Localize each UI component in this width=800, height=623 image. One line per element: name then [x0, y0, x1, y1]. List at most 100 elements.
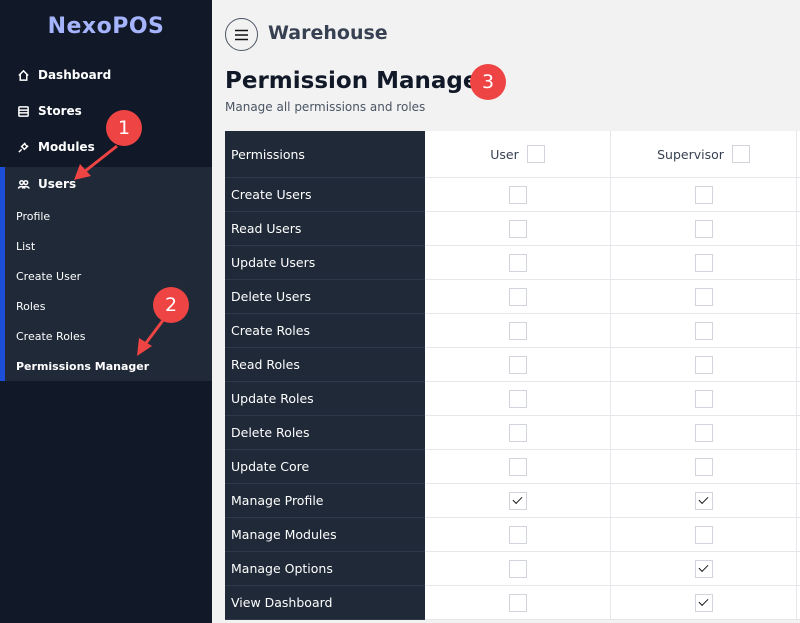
permission-name: Create Users	[225, 178, 425, 212]
supervisor-permission-cell	[611, 518, 797, 552]
users-submenu-panel: Users Profile List Create User Roles Cre…	[0, 167, 212, 381]
sidebar-item-label: Dashboard	[38, 68, 112, 82]
supervisor-permission-cell	[611, 586, 797, 620]
supervisor-permission-cell	[611, 178, 797, 212]
table-row: Read Users	[225, 212, 800, 246]
user-permission-checkbox[interactable]	[508, 219, 527, 238]
supervisor-permission-checkbox[interactable]	[694, 559, 713, 578]
annotation-marker-2: 2	[153, 287, 189, 323]
supervisor-permission-cell	[611, 348, 797, 382]
permission-name: Manage Modules	[225, 518, 425, 552]
supervisor-permission-checkbox[interactable]	[694, 185, 713, 204]
permission-name: Delete Users	[225, 280, 425, 314]
permission-name: Update Core	[225, 450, 425, 484]
supervisor-permission-checkbox[interactable]	[694, 457, 713, 476]
supervisor-permission-cell	[611, 382, 797, 416]
role-header-label: User	[490, 146, 519, 162]
permissions-column-header: Permissions	[225, 131, 425, 178]
supervisor-permission-cell	[611, 314, 797, 348]
table-row: Update Core	[225, 450, 800, 484]
select-all-user-checkbox[interactable]	[526, 145, 545, 163]
supervisor-permission-checkbox[interactable]	[694, 423, 713, 442]
permission-name: Manage Options	[225, 552, 425, 586]
user-permission-checkbox[interactable]	[508, 423, 527, 442]
app-logo: NexoPOS	[47, 14, 165, 39]
page-title: Permission Manager	[225, 68, 490, 94]
user-permission-checkbox[interactable]	[508, 355, 527, 374]
submenu-item-permissions-manager[interactable]: Permissions Manager	[16, 360, 149, 373]
user-permission-cell	[425, 552, 611, 586]
user-permission-checkbox[interactable]	[508, 457, 527, 476]
table-header-row: Permissions User Supervisor	[225, 131, 800, 178]
supervisor-permission-cell	[611, 246, 797, 280]
user-permission-checkbox[interactable]	[508, 559, 527, 578]
user-permission-checkbox[interactable]	[508, 321, 527, 340]
sidebar-item-label: Stores	[38, 104, 82, 118]
sidebar-item-label: Modules	[38, 140, 95, 154]
permission-name: Manage Profile	[225, 484, 425, 518]
permission-name: Read Users	[225, 212, 425, 246]
supervisor-permission-checkbox[interactable]	[694, 219, 713, 238]
submenu-item-roles[interactable]: Roles	[16, 300, 45, 313]
submenu-item-list[interactable]: List	[16, 240, 35, 253]
user-permission-cell	[425, 212, 611, 246]
user-permission-checkbox[interactable]	[508, 491, 527, 510]
user-permission-checkbox[interactable]	[508, 389, 527, 408]
role-header-label: Supervisor	[657, 146, 724, 162]
user-permission-cell	[425, 450, 611, 484]
main-content: Warehouse Permission Manager Manage all …	[212, 0, 800, 623]
permissions-table: Permissions User Supervisor Create Users…	[225, 131, 800, 620]
user-permission-checkbox[interactable]	[508, 525, 527, 544]
annotation-marker-1: 1	[106, 110, 142, 146]
supervisor-permission-checkbox[interactable]	[694, 593, 713, 612]
user-permission-cell	[425, 246, 611, 280]
table-row: Delete Users	[225, 280, 800, 314]
supervisor-permission-cell	[611, 450, 797, 484]
user-permission-checkbox[interactable]	[508, 185, 527, 204]
users-icon	[16, 177, 30, 191]
supervisor-permission-cell	[611, 484, 797, 518]
table-row: Update Users	[225, 246, 800, 280]
permission-name: Delete Roles	[225, 416, 425, 450]
sidebar-item-users[interactable]: Users	[16, 172, 76, 196]
home-icon	[16, 68, 30, 82]
permission-name: Update Users	[225, 246, 425, 280]
table-row: Update Roles	[225, 382, 800, 416]
supervisor-permission-checkbox[interactable]	[694, 287, 713, 306]
submenu-item-create-user[interactable]: Create User	[16, 270, 81, 283]
stores-icon	[16, 104, 30, 118]
supervisor-permission-checkbox[interactable]	[694, 355, 713, 374]
user-permission-cell	[425, 416, 611, 450]
user-permission-cell	[425, 586, 611, 620]
sidebar-item-label: Users	[38, 177, 77, 191]
annotation-marker-3: 3	[470, 64, 506, 100]
permission-name: Create Roles	[225, 314, 425, 348]
plug-icon	[16, 140, 30, 154]
submenu-item-profile[interactable]: Profile	[16, 210, 50, 223]
user-permission-checkbox[interactable]	[508, 593, 527, 612]
user-permission-cell	[425, 314, 611, 348]
menu-toggle-button[interactable]	[225, 18, 258, 51]
submenu-item-create-roles[interactable]: Create Roles	[16, 330, 85, 343]
select-all-supervisor-checkbox[interactable]	[731, 145, 750, 163]
table-row: Manage Options	[225, 552, 800, 586]
user-permission-checkbox[interactable]	[508, 287, 527, 306]
supervisor-permission-checkbox[interactable]	[694, 321, 713, 340]
supervisor-permission-checkbox[interactable]	[694, 253, 713, 272]
user-permission-cell	[425, 382, 611, 416]
sidebar-item-stores[interactable]: Stores	[16, 99, 82, 123]
supervisor-permission-checkbox[interactable]	[694, 525, 713, 544]
user-permission-checkbox[interactable]	[508, 253, 527, 272]
table-row: Manage Profile	[225, 484, 800, 518]
user-permission-cell	[425, 484, 611, 518]
supervisor-permission-checkbox[interactable]	[694, 491, 713, 510]
user-permission-cell	[425, 518, 611, 552]
hamburger-icon	[235, 29, 248, 40]
user-permission-cell	[425, 280, 611, 314]
sidebar-item-modules[interactable]: Modules	[16, 135, 95, 159]
supervisor-permission-checkbox[interactable]	[694, 389, 713, 408]
table-row: Create Users	[225, 178, 800, 212]
sidebar-item-dashboard[interactable]: Dashboard	[16, 63, 111, 87]
permissions-table-body: Create Users Read Users Update Users Delete…	[225, 178, 800, 620]
supervisor-permission-cell	[611, 280, 797, 314]
